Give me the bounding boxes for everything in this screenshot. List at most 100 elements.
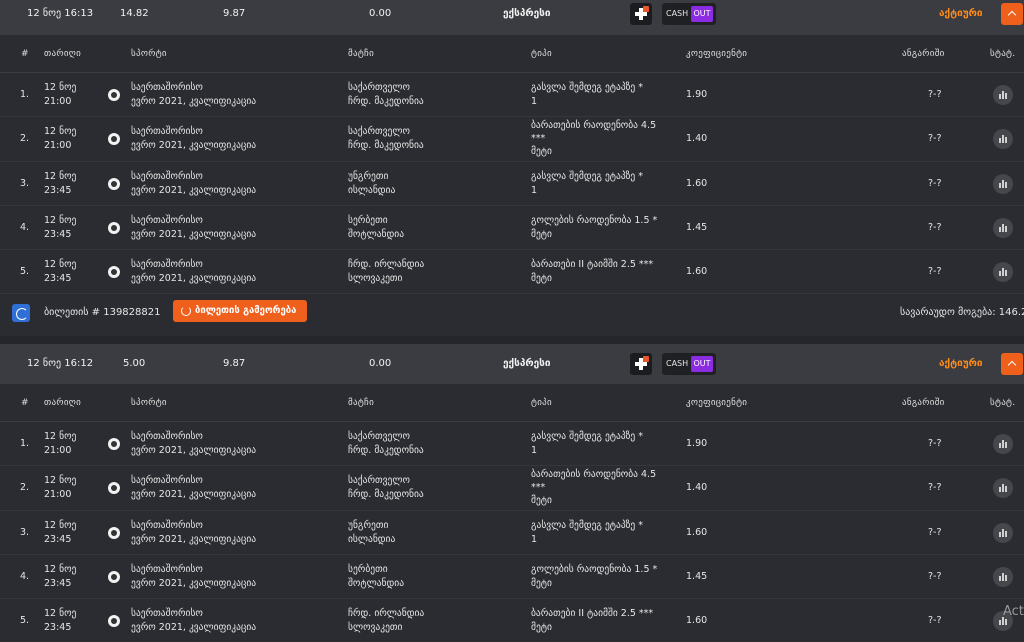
- table-row[interactable]: 3. 12 ნოე 23:45 საერთაშორისო ევრო 2021, კვ…: [0, 162, 1024, 206]
- row-result: ?-?: [928, 482, 942, 493]
- ticket-header[interactable]: 12 ნოე 16:12 5.00 9.87 0.00 ექსპრესი CAS…: [0, 344, 1024, 384]
- bar-chart-icon[interactable]: [993, 434, 1013, 454]
- row-tournament: საერთაშორისო ევრო 2021, კვალიფიკაცია: [131, 82, 257, 107]
- soccer-ball-icon: [108, 89, 120, 101]
- ticket-odds: 9.87: [223, 358, 246, 369]
- table-row[interactable]: 1. 12 ნოე 21:00 საერთაშორისო ევრო 2021, კვ…: [0, 422, 1024, 466]
- row-date: 12 ნოე 23:45: [44, 259, 77, 284]
- table-row[interactable]: 5. 12 ნოე 23:45 საერთაშორისო ევრო 2021, კვ…: [0, 599, 1024, 642]
- row-match: ჩრდ. ირლანდია სლოვაკეთი: [348, 259, 425, 284]
- row-odds: 1.40: [686, 482, 708, 493]
- row-num: 4.: [20, 571, 30, 582]
- row-num: 3.: [20, 527, 30, 538]
- bar-chart-icon[interactable]: [993, 523, 1013, 543]
- chevron-up-icon[interactable]: [1001, 353, 1023, 375]
- boost-plus-icon[interactable]: [630, 353, 652, 375]
- row-date: 12 ნოე 23:45: [44, 215, 77, 240]
- row-num: 5.: [20, 266, 30, 277]
- row-result: ?-?: [928, 266, 942, 277]
- cash-label: CASH: [666, 359, 689, 368]
- row-tournament: საერთაშორისო ევრო 2021, კვალიფიკაცია: [131, 608, 257, 633]
- row-bet-type: გასვლა შემდეგ ეტაპზე * 1: [531, 520, 644, 545]
- row-bet-type: გასვლა შემდეგ ეტაპზე * 1: [531, 82, 644, 107]
- row-date: 12 ნოე 21:00: [44, 431, 77, 456]
- status-badge: აქტიური: [939, 8, 983, 19]
- row-tournament: საერთაშორისო ევრო 2021, კვალიფიკაცია: [131, 520, 257, 545]
- row-result: ?-?: [928, 89, 942, 100]
- soccer-ball-icon: [108, 615, 120, 627]
- col-match: მატჩი: [348, 398, 375, 408]
- soccer-ball-icon: [108, 438, 120, 450]
- table-row[interactable]: 4. 12 ნოე 23:45 საერთაშორისო ევრო 2021, კვ…: [0, 555, 1024, 599]
- bar-chart-icon[interactable]: [993, 174, 1013, 194]
- row-match: საქართველო ჩრდ. მაკედონია: [348, 475, 424, 500]
- row-odds: 1.90: [686, 438, 708, 449]
- row-tournament: საერთაშორისო ევრო 2021, კვალიფიკაცია: [131, 215, 257, 240]
- table-row[interactable]: 2. 12 ნოე 21:00 საერთაშორისო ევრო 2021, კვ…: [0, 466, 1024, 511]
- table-row[interactable]: 1. 12 ნოე 21:00 საერთაშორისო ევრო 2021, კვ…: [0, 73, 1024, 117]
- bar-chart-icon[interactable]: [993, 478, 1013, 498]
- row-match: უნგრეთი ისლანდია: [348, 520, 396, 545]
- table-row[interactable]: 3. 12 ნოე 23:45 საერთაშორისო ევრო 2021, კვ…: [0, 511, 1024, 555]
- bar-chart-icon[interactable]: [993, 567, 1013, 587]
- row-tournament: საერთაშორისო ევრო 2021, კვალიფიკაცია: [131, 171, 257, 196]
- row-num: 2.: [20, 482, 30, 493]
- col-type: ტიპი: [531, 398, 552, 408]
- cashout-button[interactable]: CASH OUT: [662, 3, 716, 25]
- col-result: ანგარიში: [902, 49, 945, 59]
- row-tournament: საერთაშორისო ევრო 2021, კვალიფიკაცია: [131, 431, 257, 456]
- row-bet-type: გოლების რაოდენობა 1.5 * მეტი: [531, 215, 658, 240]
- out-label: OUT: [691, 356, 713, 372]
- table-row[interactable]: 5. 12 ნოე 23:45 საერთაშორისო ევრო 2021, კვ…: [0, 250, 1024, 294]
- col-stat: სტატ.: [990, 398, 1016, 408]
- row-odds: 1.45: [686, 222, 708, 233]
- column-header: # თარიღი სპორტი მატჩი ტიპი კოეფიციენტი ა…: [0, 384, 1024, 422]
- share-icon[interactable]: [12, 304, 30, 322]
- row-tournament: საერთაშორისო ევრო 2021, კვალიფიკაცია: [131, 564, 257, 589]
- col-match: მატჩი: [348, 49, 375, 59]
- row-result: ?-?: [928, 133, 942, 144]
- bar-chart-icon[interactable]: [993, 129, 1013, 149]
- row-match: უნგრეთი ისლანდია: [348, 171, 396, 196]
- col-sport: სპორტი: [131, 49, 167, 59]
- row-date: 12 ნოე 23:45: [44, 171, 77, 196]
- row-result: ?-?: [928, 438, 942, 449]
- row-result: ?-?: [928, 222, 942, 233]
- ticket-type: ექსპრესი: [503, 8, 551, 19]
- row-num: 2.: [20, 133, 30, 144]
- row-odds: 1.40: [686, 133, 708, 144]
- row-num: 1.: [20, 438, 30, 449]
- col-type: ტიპი: [531, 49, 552, 59]
- cash-label: CASH: [666, 9, 689, 18]
- table-row[interactable]: 4. 12 ნოე 23:45 საერთაშორისო ევრო 2021, კვ…: [0, 206, 1024, 250]
- ticket-header[interactable]: 12 ნოე 16:13 14.82 9.87 0.00 ექსპრესი CA…: [0, 0, 1024, 35]
- row-match: სერბეთი შოტლანდია: [348, 215, 405, 240]
- soccer-ball-icon: [108, 178, 120, 190]
- bar-chart-icon[interactable]: [993, 85, 1013, 105]
- row-result: ?-?: [928, 178, 942, 189]
- ticket-footer: ბილეთის # 139828821 ბილეთის გამეორება სა…: [0, 294, 1024, 334]
- bar-chart-icon[interactable]: [993, 262, 1013, 282]
- col-odds: კოეფიციენტი: [686, 49, 748, 59]
- bar-chart-icon[interactable]: [993, 218, 1013, 238]
- chevron-up-icon[interactable]: [1001, 3, 1023, 25]
- table-row[interactable]: 2. 12 ნოე 21:00 საერთაშორისო ევრო 2021, კვ…: [0, 117, 1024, 162]
- soccer-ball-icon: [108, 482, 120, 494]
- ticket-type: ექსპრესი: [503, 358, 551, 369]
- row-match: საქართველო ჩრდ. მაკედონია: [348, 126, 424, 151]
- cashout-button[interactable]: CASH OUT: [662, 353, 716, 375]
- ticket-datetime: 12 ნოე 16:12: [27, 358, 94, 369]
- repeat-ticket-button[interactable]: ბილეთის გამეორება: [173, 300, 307, 322]
- col-result: ანგარიში: [902, 398, 945, 408]
- row-num: 5.: [20, 615, 30, 626]
- ticket-stake: 14.82: [120, 8, 149, 19]
- row-date: 12 ნოე 23:45: [44, 564, 77, 589]
- column-header: # თარიღი სპორტი მატჩი ტიპი კოეფიციენტი ა…: [0, 35, 1024, 73]
- row-bet-type: ბარათები II ტაიმში 2.5 *** მეტი: [531, 608, 654, 633]
- activate-watermark: Act: [1003, 604, 1024, 619]
- row-result: ?-?: [928, 615, 942, 626]
- ticket-1: 12 ნოე 16:13 14.82 9.87 0.00 ექსპრესი CA…: [0, 0, 1024, 336]
- row-tournament: საერთაშორისო ევრო 2021, კვალიფიკაცია: [131, 259, 257, 284]
- boost-plus-icon[interactable]: [630, 3, 652, 25]
- row-odds: 1.60: [686, 615, 708, 626]
